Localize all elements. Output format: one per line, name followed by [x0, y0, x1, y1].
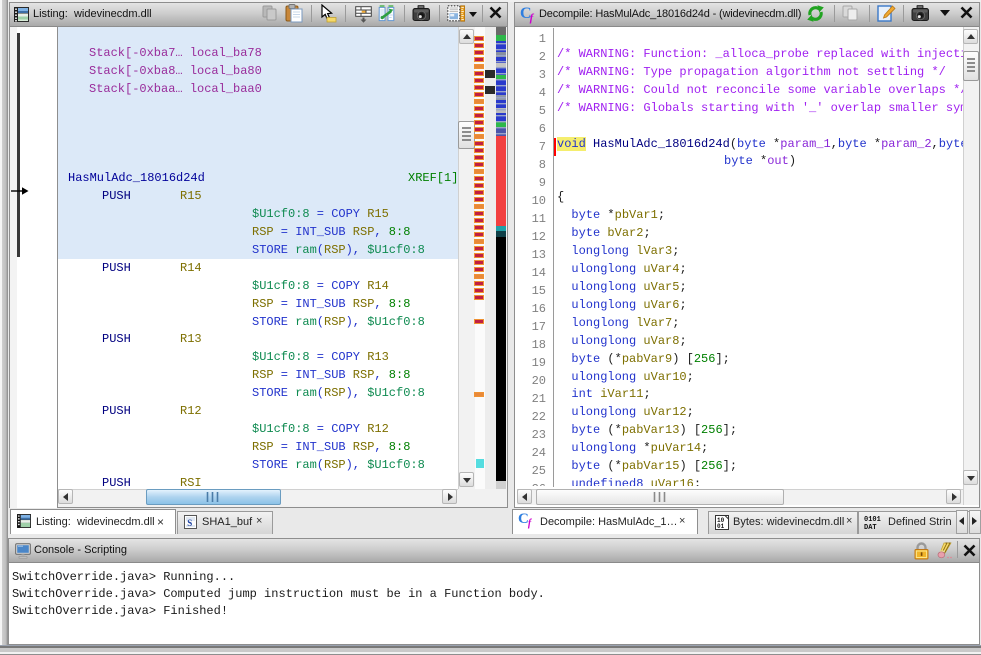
svg-text:DAT: DAT [864, 524, 877, 530]
svg-text:01: 01 [717, 523, 725, 530]
svg-text:0101: 0101 [864, 516, 881, 524]
svg-text:S: S [187, 518, 192, 528]
